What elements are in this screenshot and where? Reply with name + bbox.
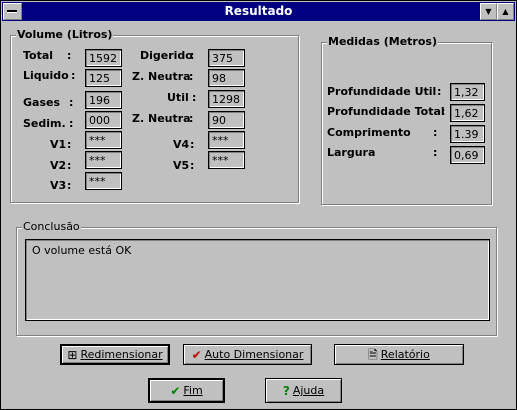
volume-group-title: Volume (Litros)	[16, 28, 114, 41]
check-icon: ✔	[170, 383, 181, 398]
conclusao-text[interactable]: O volume está OK	[25, 239, 490, 321]
largura-value: 0,69	[450, 146, 485, 164]
comprimento-label: Comprimento	[327, 126, 411, 139]
zneutra2-value: 90	[208, 111, 245, 129]
v5-label: V5	[173, 159, 190, 172]
profundidade-total-label: Profundidade Total	[327, 105, 445, 118]
digerido-value: 375	[208, 49, 245, 67]
largura-label: Largura	[327, 146, 376, 159]
document-icon: 🗎	[368, 347, 378, 362]
v4-value: ***	[208, 131, 245, 149]
window-title: Resultado	[224, 4, 293, 18]
check-icon: ✔	[191, 347, 202, 362]
sedim-value: 000	[85, 111, 122, 129]
profundidade-util-label: Profundidade Util	[327, 85, 437, 98]
v5-value: ***	[208, 151, 245, 169]
gases-value: 196	[85, 91, 122, 109]
v4-label: V4	[173, 138, 190, 151]
conclusao-group-title: Conclusão	[22, 220, 81, 233]
auto-dimensionar-button[interactable]: ✔ Auto Dimensionar	[183, 344, 312, 365]
help-icon: ?	[282, 383, 290, 398]
total-label: Total	[23, 49, 54, 62]
resize-icon: ⊞	[67, 347, 78, 362]
v2-value: ***	[85, 151, 122, 169]
zneutra1-label: Z. Neutra	[132, 70, 191, 83]
fim-button[interactable]: ✔ Fim	[148, 378, 225, 403]
profundidade-total-value: 1,62	[450, 104, 485, 122]
v2-label: V2	[50, 159, 67, 172]
liquido-value: 125	[85, 69, 122, 87]
minimize-button[interactable]: ▼	[480, 3, 497, 20]
total-value: 1592	[85, 49, 122, 67]
profundidade-util-value: 1,32	[450, 83, 485, 101]
liquido-label: Liquido	[23, 69, 69, 82]
v1-label: V1	[50, 138, 67, 151]
maximize-button[interactable]: ▲	[497, 3, 514, 20]
digerido-label: Digerido	[140, 49, 193, 62]
util-label: Util	[167, 91, 189, 104]
v3-value: ***	[85, 172, 122, 190]
title-bar[interactable]: Resultado ▼ ▲	[2, 2, 515, 21]
medidas-group: Medidas (Metros)	[321, 35, 492, 205]
ajuda-button[interactable]: ? Ajuda	[265, 378, 342, 403]
util-value: 1298	[208, 90, 245, 108]
v3-label: V3	[50, 179, 67, 192]
zneutra1-value: 98	[208, 69, 245, 87]
gases-label: Gases	[23, 96, 61, 109]
zneutra2-label: Z. Neutra	[132, 112, 191, 125]
medidas-group-title: Medidas (Metros)	[327, 35, 438, 48]
relatorio-button[interactable]: 🗎 Relatório	[334, 344, 464, 365]
comprimento-value: 1.39	[450, 125, 485, 143]
sedim-label: Sedim.	[23, 117, 66, 130]
v1-value: ***	[85, 131, 122, 149]
redimensionar-button[interactable]: ⊞ Redimensionar	[60, 344, 170, 365]
result-dialog: Resultado ▼ ▲ Volume (Litros) Total : 15…	[0, 0, 517, 410]
